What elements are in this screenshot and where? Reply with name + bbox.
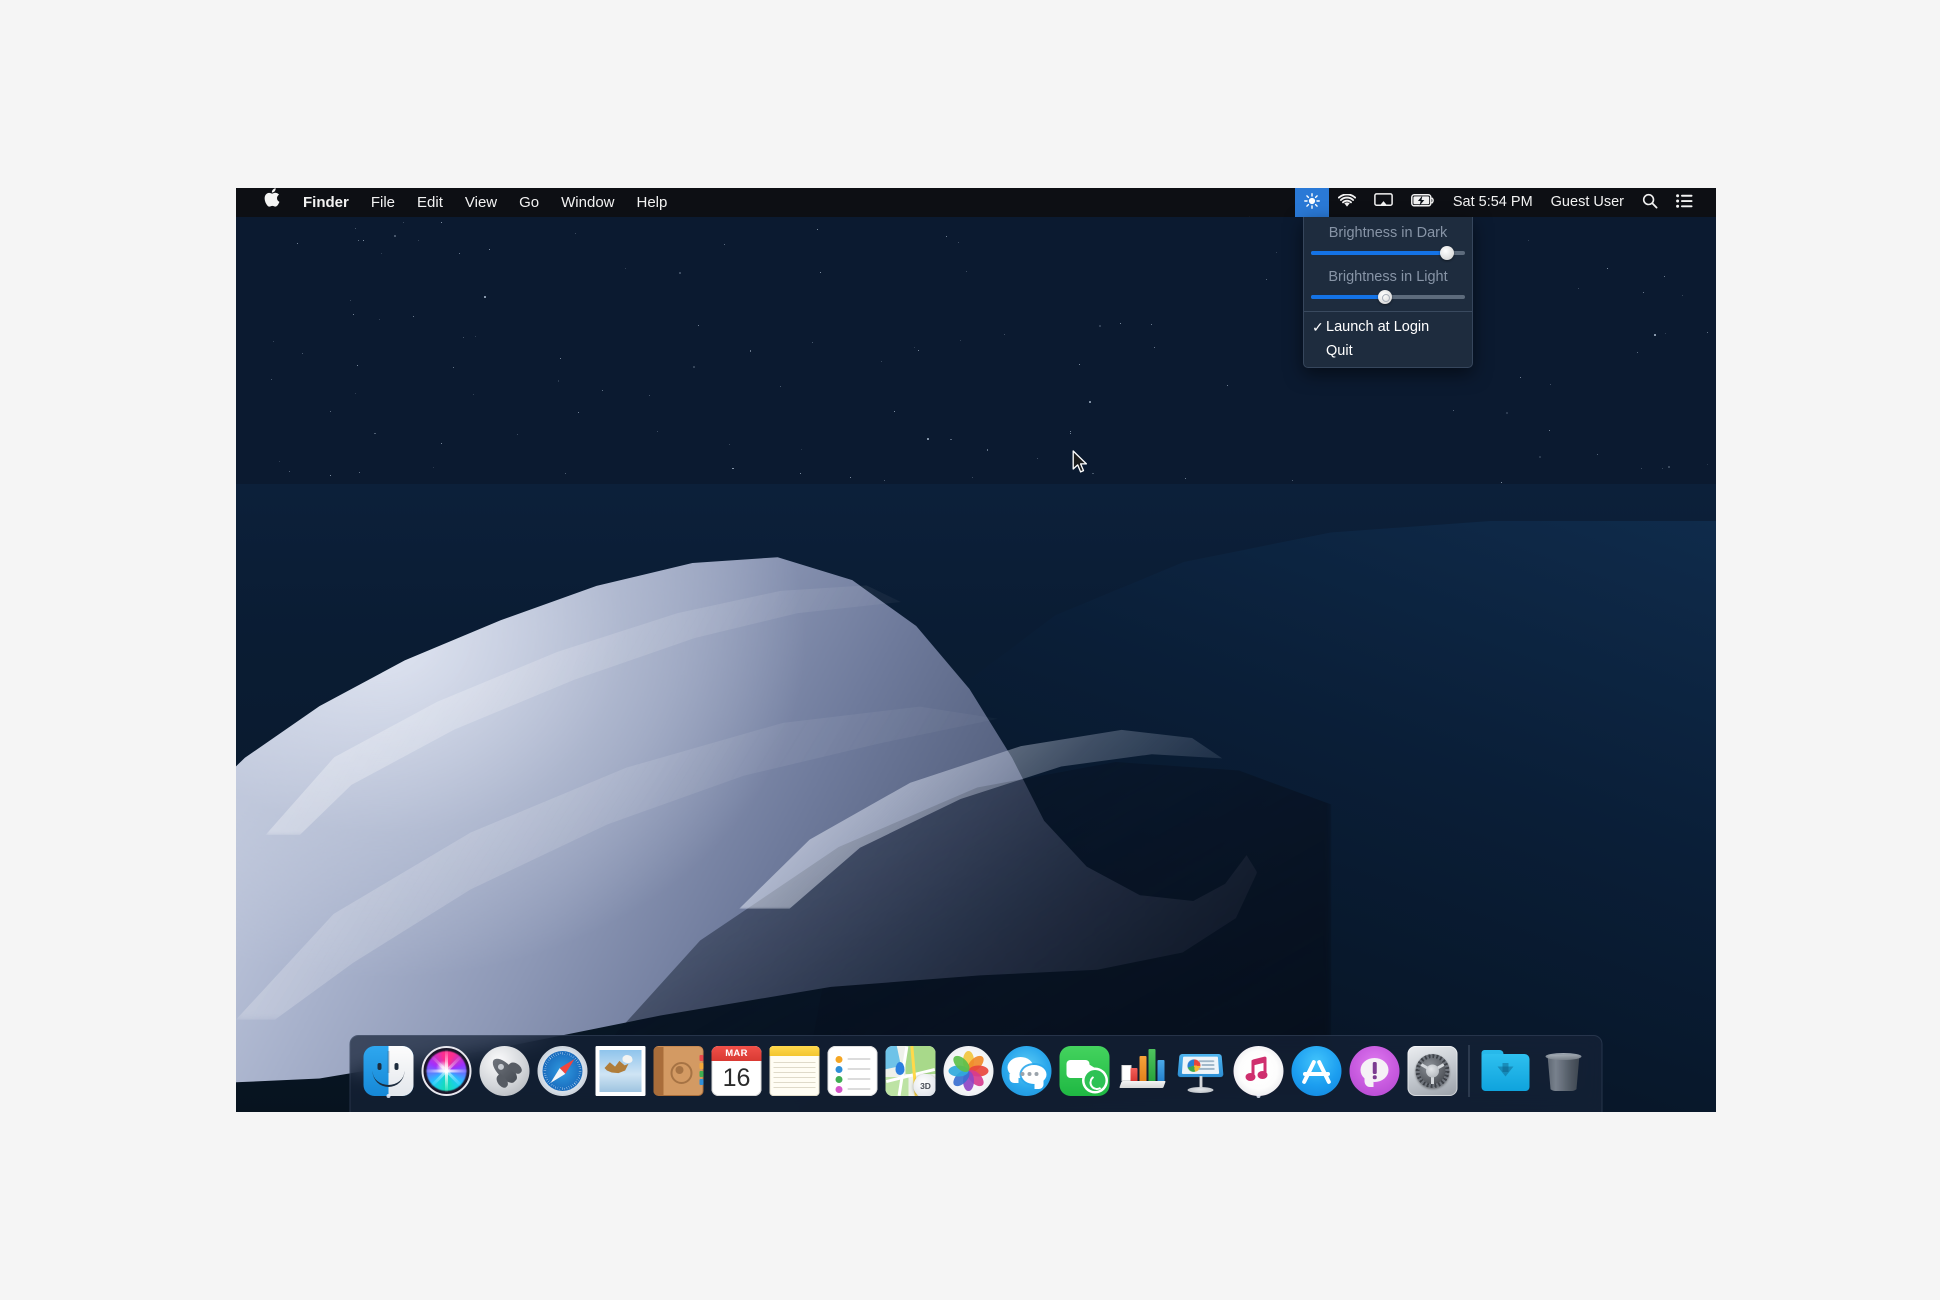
menu-bar: Finder File Edit View Go Window Help (236, 188, 1716, 217)
desktop-screen: Finder File Edit View Go Window Help (236, 188, 1716, 1112)
trash-icon (1539, 1046, 1589, 1096)
brightness-menu-extra[interactable] (1295, 188, 1329, 217)
contacts-icon (654, 1046, 704, 1096)
calendar-month: MAR (712, 1046, 762, 1061)
facetime-icon (1060, 1046, 1110, 1096)
dock-item-contacts[interactable] (651, 1042, 707, 1100)
reminders-icon (828, 1046, 878, 1096)
running-indicator (387, 1094, 391, 1098)
dock-item-numbers[interactable] (1115, 1042, 1171, 1100)
launchpad-icon (480, 1046, 530, 1096)
wifi-menu-extra[interactable] (1329, 188, 1365, 217)
dock-item-notes[interactable] (767, 1042, 823, 1100)
menu-item-launch-at-login[interactable]: ✓ Launch at Login (1304, 315, 1472, 339)
wifi-icon (1338, 194, 1356, 212)
brightness-light-label: Brightness in Light (1304, 267, 1472, 290)
dock-item-downloads-folder[interactable] (1478, 1042, 1534, 1100)
menu-item-quit[interactable]: Quit (1304, 339, 1472, 363)
siri-icon (422, 1046, 472, 1096)
dock-item-safari[interactable] (535, 1042, 591, 1100)
dock-item-siri[interactable] (419, 1042, 475, 1100)
menu-item-quit-label: Quit (1326, 341, 1353, 361)
page-wrapper: Finder File Edit View Go Window Help (0, 0, 1940, 1300)
apple-logo-icon (263, 188, 280, 208)
dock-item-keynote[interactable] (1173, 1042, 1229, 1100)
battery-menu-extra[interactable] (1402, 188, 1444, 217)
control-center-icon (1676, 194, 1693, 212)
dock-item-reminders[interactable] (825, 1042, 881, 1100)
dock-item-mail[interactable] (593, 1042, 649, 1100)
photos-icon (944, 1046, 994, 1096)
dock-item-finder[interactable] (361, 1042, 417, 1100)
search-icon (1642, 193, 1658, 213)
dock-separator (1469, 1045, 1470, 1097)
dock-item-launchpad[interactable] (477, 1042, 533, 1100)
numbers-icon (1118, 1046, 1168, 1096)
slider-thumb[interactable] (1440, 246, 1454, 260)
airplay-menu-extra[interactable] (1365, 188, 1402, 217)
itunes-icon (1234, 1046, 1284, 1096)
brightness-dropdown-menu: Brightness in Dark Brightness in Light ✓… (1303, 217, 1473, 368)
dock-item-maps[interactable]: 3D (883, 1042, 939, 1100)
dock-item-photos[interactable] (941, 1042, 997, 1100)
maps-3d-badge: 3D (914, 1074, 936, 1096)
dock-item-alert-app[interactable] (1347, 1042, 1403, 1100)
dock-item-trash[interactable] (1536, 1042, 1592, 1100)
keynote-icon (1176, 1046, 1226, 1096)
alert-app-icon (1350, 1046, 1400, 1096)
dock-item-facetime[interactable] (1057, 1042, 1113, 1100)
menu-divider (1304, 311, 1472, 312)
calendar-day: 16 (712, 1061, 762, 1096)
notes-icon (770, 1046, 820, 1096)
app-store-icon (1292, 1046, 1342, 1096)
menu-bar-user[interactable]: Guest User (1542, 188, 1633, 217)
messages-icon (1002, 1046, 1052, 1096)
apple-menu[interactable] (252, 188, 295, 218)
menu-item-file[interactable]: File (360, 188, 406, 217)
airplay-icon (1374, 193, 1393, 212)
system-preferences-icon (1408, 1046, 1458, 1096)
dock: MAR 16 (350, 1035, 1603, 1112)
menu-item-help[interactable]: Help (626, 188, 679, 217)
spotlight-search-button[interactable] (1633, 188, 1667, 217)
menu-bar-status-area: Sat 5:54 PM Guest User (1295, 188, 1716, 217)
battery-charging-icon (1411, 194, 1435, 211)
dock-item-messages[interactable] (999, 1042, 1055, 1100)
menu-item-view[interactable]: View (454, 188, 508, 217)
calendar-icon: MAR 16 (712, 1046, 762, 1096)
menu-item-edit[interactable]: Edit (406, 188, 454, 217)
dock-item-calendar[interactable]: MAR 16 (709, 1042, 765, 1100)
menu-item-launch-at-login-label: Launch at Login (1326, 317, 1429, 337)
menu-item-finder[interactable]: Finder (295, 188, 360, 217)
safari-icon (538, 1046, 588, 1096)
slider-fill (1311, 251, 1447, 255)
brightness-dark-slider[interactable] (1311, 246, 1465, 260)
dock-item-itunes[interactable] (1231, 1042, 1287, 1100)
finder-icon (364, 1046, 414, 1096)
menu-bar-clock[interactable]: Sat 5:54 PM (1444, 188, 1542, 217)
downloads-folder-icon (1481, 1046, 1531, 1096)
menu-bar-app-menus: Finder File Edit View Go Window Help (236, 188, 678, 218)
brightness-dark-label: Brightness in Dark (1304, 223, 1472, 246)
mail-icon (596, 1046, 646, 1096)
brightness-icon (1304, 193, 1320, 213)
dock-item-system-preferences[interactable] (1405, 1042, 1461, 1100)
menu-item-go[interactable]: Go (508, 188, 550, 217)
brightness-light-slider[interactable] (1311, 290, 1465, 304)
running-indicator (1257, 1094, 1261, 1098)
maps-icon: 3D (886, 1046, 936, 1096)
slider-fill (1311, 295, 1385, 299)
slider-thumb[interactable] (1378, 290, 1392, 304)
checkmark-icon: ✓ (1312, 317, 1326, 337)
dock-item-app-store[interactable] (1289, 1042, 1345, 1100)
menu-item-window[interactable]: Window (550, 188, 625, 217)
notification-center-button[interactable] (1667, 188, 1702, 217)
desktop-wallpaper (236, 188, 1716, 1112)
